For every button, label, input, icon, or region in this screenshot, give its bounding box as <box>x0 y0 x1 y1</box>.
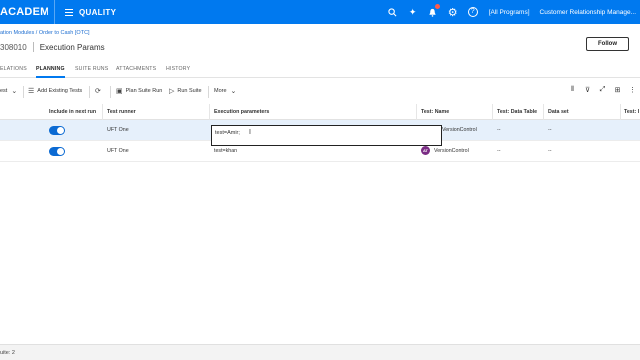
plan-suite-run-button[interactable]: ▣ Plan Suite Run <box>116 87 162 95</box>
more-dropdown[interactable]: More ⌄ <box>214 87 239 95</box>
tab-relations[interactable]: ELATIONS <box>0 66 27 72</box>
test-runner-cell: UFT One <box>107 127 129 133</box>
notifications-icon[interactable] <box>423 0 443 24</box>
include-toggle[interactable] <box>49 126 65 135</box>
item-count: uite: 2 <box>0 350 15 356</box>
column-data-set[interactable]: Data set <box>548 109 569 115</box>
grid-header: Include in next run Test runner Executio… <box>0 104 640 120</box>
hamburger-icon[interactable] <box>65 8 73 16</box>
column-divider <box>416 104 417 120</box>
refresh-icon: ⟳ <box>95 88 101 95</box>
tab-history[interactable]: HISTORY <box>166 66 190 72</box>
page-title-row: 308010 Execution Params <box>0 42 105 52</box>
add-list-icon: ☰ <box>28 88 35 95</box>
column-test-id[interactable]: Test: I <box>624 109 639 115</box>
module-menu[interactable]: QUALITY <box>65 8 116 17</box>
execution-parameters-editor[interactable]: test=Amir; I <box>211 125 442 146</box>
entity-id: 308010 <box>0 42 27 52</box>
tab-suite-runs[interactable]: SUITE RUNS <box>75 66 108 72</box>
add-existing-tests-button[interactable]: ☰ Add Existing Tests <box>28 87 82 95</box>
column-divider <box>620 104 621 120</box>
divider <box>208 86 209 98</box>
top-bar: ACADEMY QUALITY ✦ ⚙ ? [All Programs] Cus… <box>0 0 640 24</box>
columns-icon[interactable]: ⫴ <box>565 86 580 94</box>
search-icon[interactable] <box>383 0 403 24</box>
chevron-down-icon: ⌄ <box>11 88 18 95</box>
column-divider <box>102 104 103 120</box>
run-suite-label: Run Suite <box>177 88 202 94</box>
divider <box>89 86 90 98</box>
view-controls: ⫴ ⊽ ⤢ ⊞ ⋮ <box>565 86 640 94</box>
column-divider <box>543 104 544 120</box>
play-icon: ▷ <box>169 88 175 95</box>
column-test-name[interactable]: Test: Name <box>421 109 449 115</box>
editor-value[interactable]: test=Amir; <box>215 130 240 136</box>
run-suite-button[interactable]: ▷ Run Suite <box>169 87 202 95</box>
tab-attachments[interactable]: ATTACHMENTS <box>116 66 156 72</box>
pin-icon[interactable]: ✦ <box>403 0 423 24</box>
data-table-cell: -- <box>497 127 501 133</box>
divider <box>23 86 24 98</box>
column-divider <box>492 104 493 120</box>
refresh-button[interactable]: ⟳ <box>95 87 104 95</box>
execution-parameters-cell[interactable]: test=khan <box>214 148 237 154</box>
data-table-cell: -- <box>497 148 501 154</box>
test-name-cell[interactable]: VersionControl <box>434 148 469 154</box>
more-label: More <box>214 88 227 94</box>
filter-icon[interactable]: ⊽ <box>580 86 595 94</box>
toolbar: est ⌄ ☰ Add Existing Tests ⟳ ▣ Plan Suit… <box>0 84 640 100</box>
column-test-runner[interactable]: Test runner <box>107 109 136 115</box>
programs-selector[interactable]: [All Programs] <box>489 9 530 16</box>
workspace-selector[interactable]: Customer Relationship Manage... <box>540 9 640 16</box>
notification-badge <box>434 4 440 9</box>
add-existing-label: Add Existing Tests <box>37 88 83 94</box>
column-data-table[interactable]: Test: Data Table <box>497 109 537 115</box>
status-bar: uite: 2 <box>0 344 640 360</box>
module-label: QUALITY <box>79 7 117 17</box>
expand-icon[interactable]: ⤢ <box>595 86 610 94</box>
plan-suite-run-label: Plan Suite Run <box>125 88 163 94</box>
more-options-icon[interactable]: ⋮ <box>625 86 640 94</box>
tab-bar: ELATIONS PLANNING SUITE RUNS ATTACHMENTS… <box>0 62 640 78</box>
divider <box>110 86 111 98</box>
brand-logo[interactable]: ACADEMY <box>0 6 48 18</box>
calendar-icon: ▣ <box>116 88 123 95</box>
column-divider <box>209 104 210 120</box>
text-cursor-icon: I <box>249 129 251 136</box>
test-name-cell[interactable]: VersionControl <box>442 127 477 133</box>
test-runner-cell: UFT One <box>107 148 129 154</box>
tab-planning[interactable]: PLANNING <box>36 66 65 78</box>
help-icon[interactable]: ? <box>463 0 483 24</box>
grid-settings-icon[interactable]: ⊞ <box>610 86 625 94</box>
data-set-cell: -- <box>548 127 552 133</box>
follow-button[interactable]: Follow <box>586 37 629 51</box>
column-include[interactable]: Include in next run <box>49 109 96 115</box>
title-separator <box>32 42 34 52</box>
breadcrumb[interactable]: ation Modules / Order to Cash [OTC] <box>0 30 90 36</box>
column-execution-parameters[interactable]: Execution parameters <box>214 109 269 115</box>
settings-icon[interactable]: ⚙ <box>443 0 463 24</box>
filter-label: est <box>0 88 8 94</box>
divider <box>54 0 55 24</box>
data-set-cell: -- <box>548 148 552 154</box>
include-toggle[interactable] <box>49 147 65 156</box>
chevron-down-icon: ⌄ <box>230 88 237 95</box>
page-title: Execution Params <box>39 42 105 52</box>
avatar: AT <box>421 146 430 155</box>
filter-dropdown[interactable]: est ⌄ <box>0 87 20 95</box>
